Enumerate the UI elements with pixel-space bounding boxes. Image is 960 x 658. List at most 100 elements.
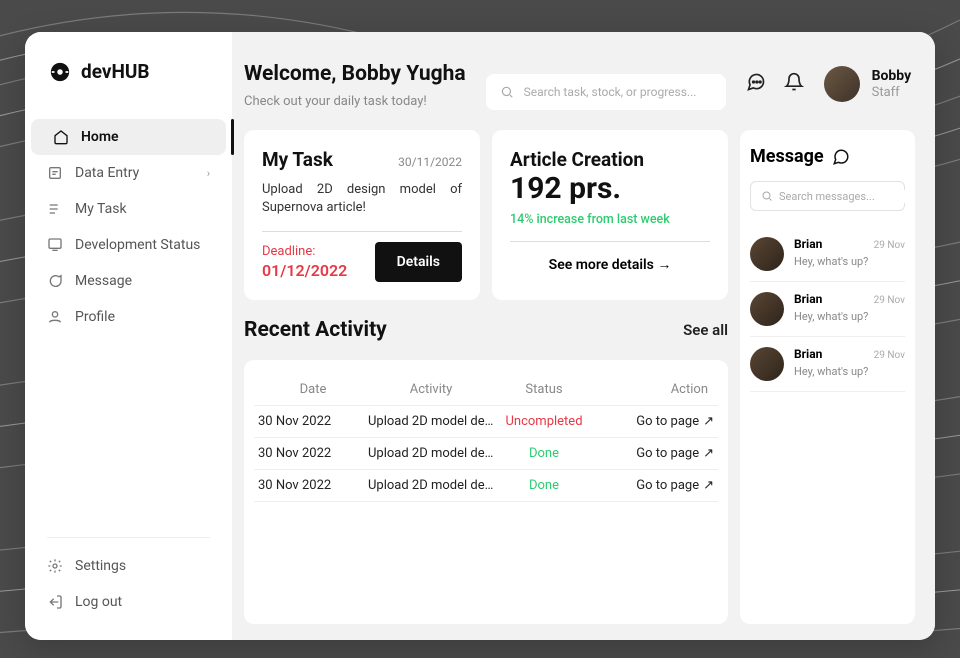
message-search-box[interactable] xyxy=(750,181,905,211)
col-activity: Activity xyxy=(368,382,494,397)
avatar xyxy=(824,66,860,102)
message-item[interactable]: Brian 29 Nov Hey, what's up? xyxy=(750,337,905,392)
cell-status: Done xyxy=(494,478,594,493)
bell-icon[interactable] xyxy=(784,72,804,92)
nav-item-data-entry[interactable]: Data Entry › xyxy=(25,155,232,191)
data-entry-icon xyxy=(47,165,63,181)
search-icon xyxy=(761,190,773,202)
message-search-input[interactable] xyxy=(779,190,915,203)
cell-activity: Upload 2D model des... xyxy=(368,446,494,461)
main-nav: Home Data Entry › My Task Deve xyxy=(25,119,232,620)
nav-divider xyxy=(47,537,210,538)
col-status: Status xyxy=(494,382,594,397)
nav-label: Development Status xyxy=(75,237,200,253)
cell-date: 30 Nov 2022 xyxy=(258,414,368,429)
search-box[interactable] xyxy=(486,74,726,110)
main-content: Welcome, Bobby Yugha Check out your dail… xyxy=(232,32,935,640)
cell-date: 30 Nov 2022 xyxy=(258,446,368,461)
recent-title: Recent Activity xyxy=(244,318,387,342)
profile-icon xyxy=(47,309,63,325)
logo-icon xyxy=(49,61,71,83)
divider xyxy=(510,241,710,242)
col-date: Date xyxy=(258,382,368,397)
messages-panel: Message Brian 29 Nov Hey, what's up? Brian 2… xyxy=(740,130,915,624)
status-icon xyxy=(47,237,63,253)
article-title: Article Creation xyxy=(510,148,710,171)
go-to-page-link[interactable]: Go to page ↗ xyxy=(594,446,714,461)
nav-item-profile[interactable]: Profile xyxy=(25,299,232,335)
message-avatar xyxy=(750,237,784,271)
go-to-page-link[interactable]: Go to page ↗ xyxy=(594,414,714,429)
message-preview: Hey, what's up? xyxy=(794,255,905,268)
see-all-link[interactable]: See all xyxy=(683,321,728,339)
mytask-card: My Task 30/11/2022 Upload 2D design mode… xyxy=(244,130,480,300)
cell-activity: Upload 2D model des... xyxy=(368,478,494,493)
table-row: 30 Nov 2022Upload 2D model des...DoneGo … xyxy=(254,438,718,470)
message-sender: Brian xyxy=(794,292,822,306)
activity-table: Date Activity Status Action 30 Nov 2022U… xyxy=(244,360,728,624)
message-avatar xyxy=(750,292,784,326)
task-icon xyxy=(47,201,63,217)
message-preview: Hey, what's up? xyxy=(794,310,905,323)
messages-header: Message xyxy=(750,146,905,167)
message-item[interactable]: Brian 29 Nov Hey, what's up? xyxy=(750,282,905,337)
app-window: devHUB Home Data Entry › M xyxy=(25,32,935,640)
nav-label: Log out xyxy=(75,594,122,610)
user-role: Staff xyxy=(872,85,912,101)
article-increase: 14% increase from last week xyxy=(510,212,710,227)
message-time: 29 Nov xyxy=(874,295,905,306)
nav-item-logout[interactable]: Log out xyxy=(25,584,232,620)
welcome-subtitle: Check out your daily task today! xyxy=(244,94,466,109)
message-preview: Hey, what's up? xyxy=(794,365,905,378)
user-block[interactable]: Bobby Staff xyxy=(824,66,912,102)
nav-item-message[interactable]: Message xyxy=(25,263,232,299)
brand-logo: devHUB xyxy=(25,60,232,119)
go-to-page-link[interactable]: Go to page ↗ xyxy=(594,478,714,493)
deadline-label: Deadline: xyxy=(262,244,347,259)
arrow-icon: ↗ xyxy=(703,446,714,461)
nav-item-home[interactable]: Home xyxy=(31,119,226,155)
nav-item-my-task[interactable]: My Task xyxy=(25,191,232,227)
message-sender: Brian xyxy=(794,347,822,361)
cell-status: Done xyxy=(494,446,594,461)
nav-label: My Task xyxy=(75,201,127,217)
messages-title: Message xyxy=(750,146,824,167)
search-icon xyxy=(500,85,514,99)
search-input[interactable] xyxy=(524,85,712,99)
deadline-value: 01/12/2022 xyxy=(262,261,347,280)
table-header: Date Activity Status Action xyxy=(254,374,718,406)
cell-status: Uncompleted xyxy=(494,414,594,429)
brand-name: devHUB xyxy=(81,60,150,83)
welcome-title: Welcome, Bobby Yugha xyxy=(244,62,466,86)
chat-icon[interactable] xyxy=(746,72,766,92)
nav-label: Message xyxy=(75,273,132,289)
mytask-title: My Task xyxy=(262,148,333,171)
user-name: Bobby xyxy=(872,68,912,85)
chevron-right-icon: › xyxy=(207,167,210,180)
mytask-description: Upload 2D design model of Supernova arti… xyxy=(262,181,462,217)
cell-date: 30 Nov 2022 xyxy=(258,478,368,493)
welcome-block: Welcome, Bobby Yugha Check out your dail… xyxy=(244,62,466,109)
article-card: Article Creation 192 prs. 14% increase f… xyxy=(492,130,728,300)
nav-item-settings[interactable]: Settings xyxy=(25,548,232,584)
details-button[interactable]: Details xyxy=(375,242,462,282)
message-sender: Brian xyxy=(794,237,822,251)
message-time: 29 Nov xyxy=(874,240,905,251)
table-row: 30 Nov 2022Upload 2D model des...Uncompl… xyxy=(254,406,718,438)
chat-bubble-icon xyxy=(832,148,850,166)
message-time: 29 Nov xyxy=(874,350,905,361)
message-item[interactable]: Brian 29 Nov Hey, what's up? xyxy=(750,227,905,282)
table-row: 30 Nov 2022Upload 2D model des...DoneGo … xyxy=(254,470,718,502)
recent-header: Recent Activity See all xyxy=(244,318,728,342)
cell-activity: Upload 2D model des... xyxy=(368,414,494,429)
nav-item-development-status[interactable]: Development Status xyxy=(25,227,232,263)
header-icons xyxy=(746,72,804,92)
col-action: Action xyxy=(594,382,714,397)
mytask-date: 30/11/2022 xyxy=(398,155,462,169)
divider xyxy=(262,231,462,232)
active-indicator xyxy=(231,119,234,155)
header-row: Welcome, Bobby Yugha Check out your dail… xyxy=(244,62,915,110)
sidebar: devHUB Home Data Entry › M xyxy=(25,32,232,640)
nav-label: Settings xyxy=(75,558,126,574)
see-more-link[interactable]: See more details → xyxy=(510,256,710,273)
